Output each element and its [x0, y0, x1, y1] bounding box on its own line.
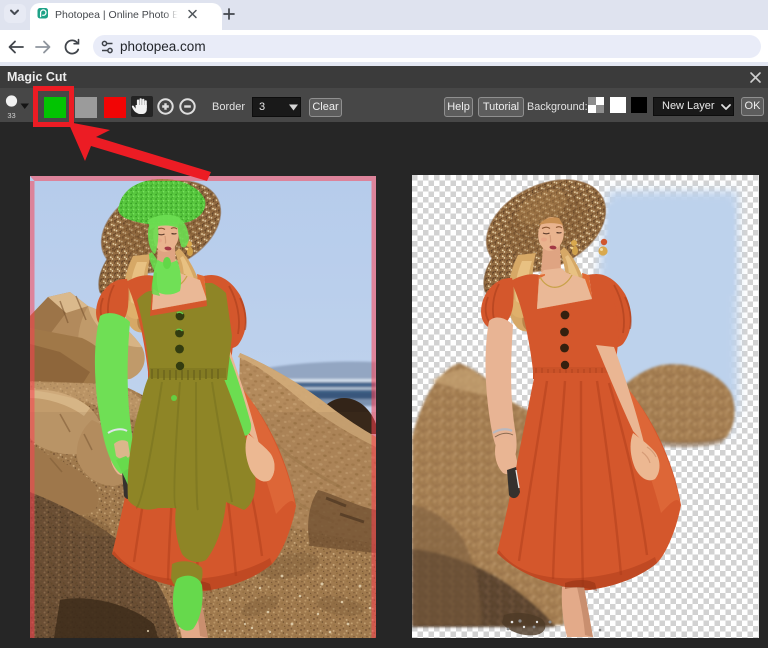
- svg-text:33: 33: [7, 111, 15, 120]
